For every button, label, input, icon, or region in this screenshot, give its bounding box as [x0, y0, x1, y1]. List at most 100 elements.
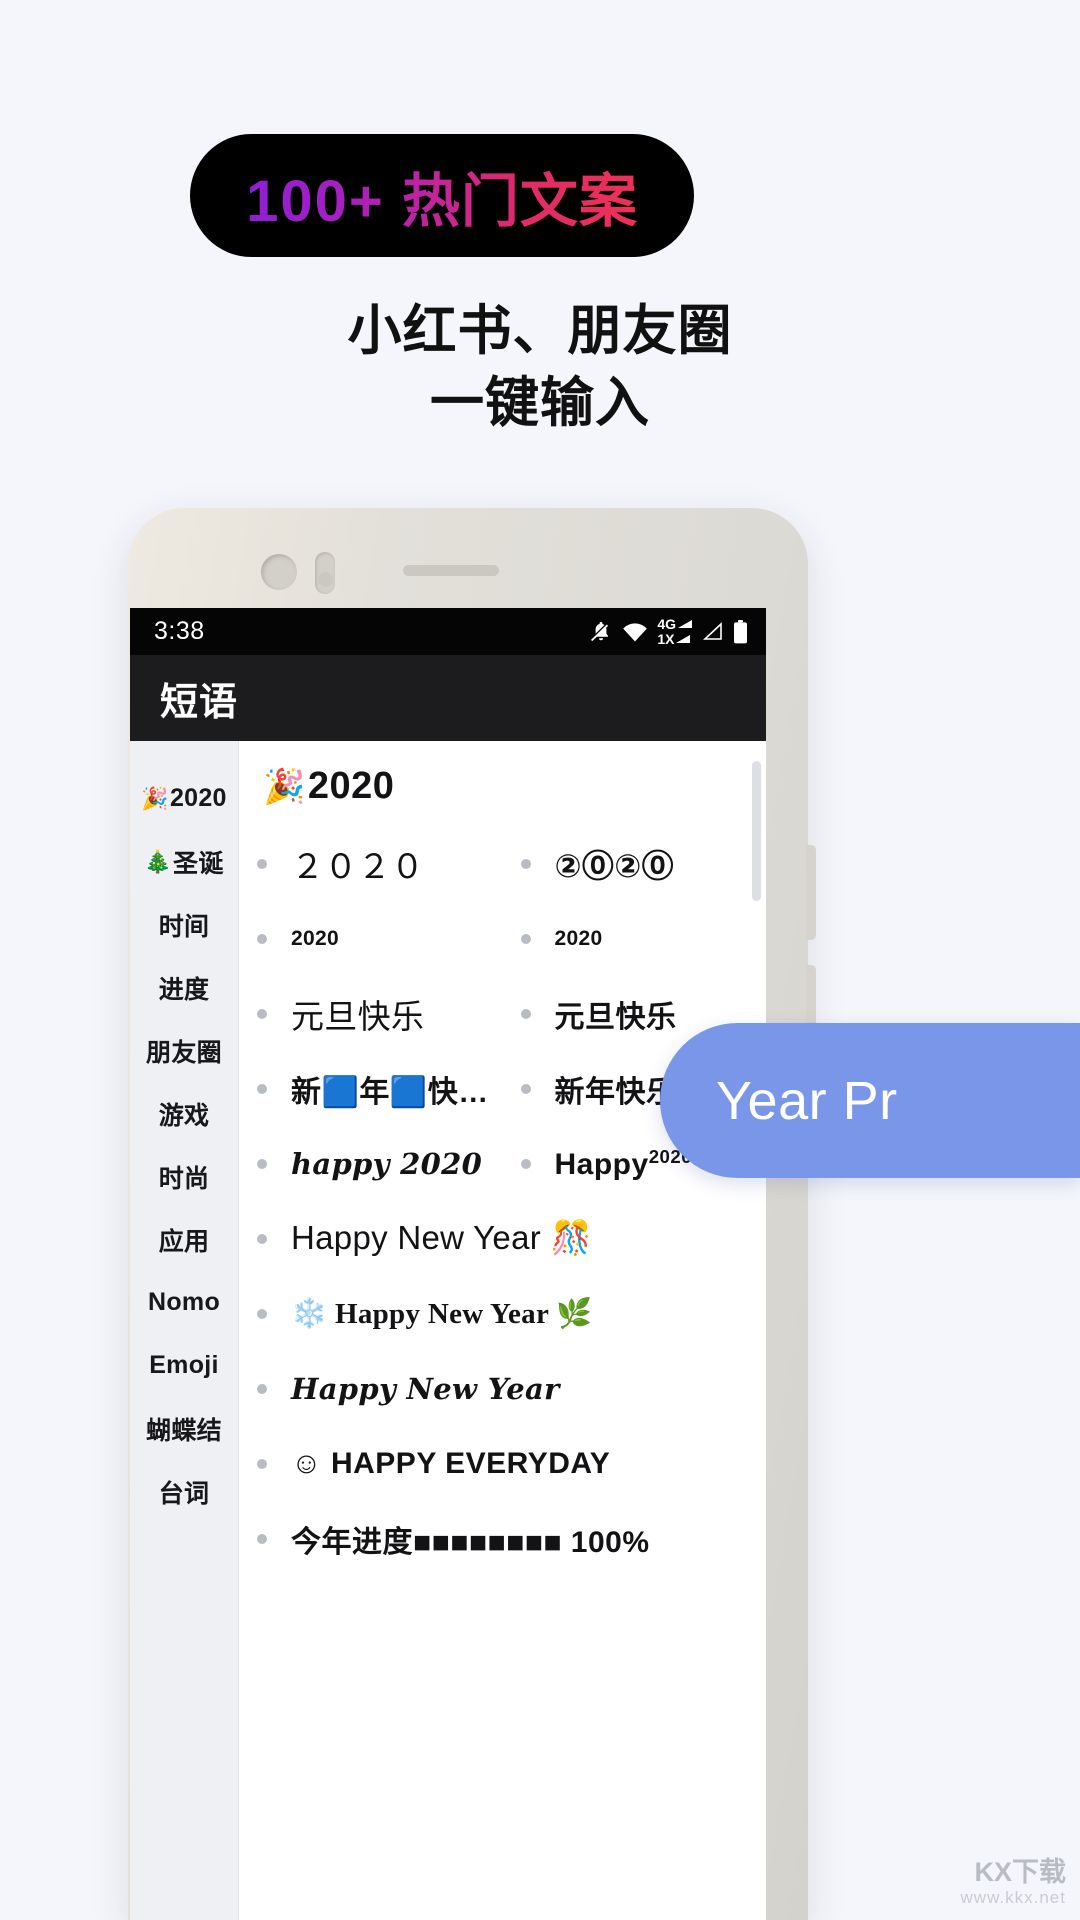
bullet-icon — [520, 933, 531, 944]
phone-screen: 3:38 4G 1X 短语 🎉 2020 🎄 圣诞 时间 进度 朋友圈 游戏 时… — [130, 608, 766, 1920]
phrase-text: Happy New Year — [291, 1371, 560, 1406]
promo-subtitle-line-1: 小红书、朋友圈 — [347, 301, 733, 361]
sidebar-item-ribbon[interactable]: 蝴蝶结 — [130, 1397, 238, 1460]
phrase-text: ２０２０ — [291, 847, 425, 885]
list-item[interactable]: Happy New Year — [239, 1351, 766, 1426]
list-item[interactable]: ❄️ Happy New Year 🌿 — [239, 1276, 766, 1351]
sidebar-item-progress[interactable]: 进度 — [130, 956, 238, 1019]
christmas-tree-icon: 🎄 — [144, 848, 173, 874]
sidebar-item-fashion[interactable]: 时尚 — [130, 1145, 238, 1208]
promo-badge-pill: 100+ 热门文案 — [190, 134, 694, 257]
phrase-text: ☺ HAPPY EVERYDAY — [291, 1446, 611, 1480]
category-sidebar[interactable]: 🎉 2020 🎄 圣诞 时间 进度 朋友圈 游戏 时尚 应用 Nomo Emoji … — [130, 741, 239, 1920]
phrase-text: 2020 — [554, 926, 603, 950]
bell-muted-icon — [589, 620, 613, 644]
battery-icon — [733, 619, 748, 644]
phrase-text-base: Happy — [554, 1147, 649, 1181]
list-item[interactable]: happy 2020 — [239, 1126, 503, 1201]
list-item[interactable]: ②⓪②⓪ — [503, 826, 767, 901]
status-bar-icons: 4G 1X — [589, 617, 748, 646]
sidebar-item-apps[interactable]: 应用 — [130, 1208, 238, 1271]
sidebar-item-2020[interactable]: 🎉 2020 — [130, 767, 238, 830]
list-item[interactable]: 今年进度■■■■■■■■ 100% — [239, 1501, 766, 1576]
sidebar-item-label: 2020 — [169, 784, 227, 812]
bullet-icon — [257, 858, 267, 869]
sidebar-item-label: 台词 — [158, 1479, 210, 1508]
promo-subtitle: 小红书、朋友圈 一键输入 — [0, 295, 1080, 440]
sidebar-item-label: 游戏 — [158, 1101, 210, 1130]
phrase-text: ②⓪②⓪ — [554, 847, 674, 884]
sidebar-item-label: 应用 — [158, 1227, 210, 1256]
app-body: 🎉 2020 🎄 圣诞 时间 进度 朋友圈 游戏 时尚 应用 Nomo Emoji … — [130, 741, 766, 1920]
content-scrollbar[interactable] — [752, 761, 761, 901]
sidebar-item-label: 时尚 — [158, 1164, 210, 1193]
sidebar-item-label: 朋友圈 — [146, 1038, 222, 1067]
wifi-icon — [622, 621, 648, 643]
phrase-text: 今年进度■■■■■■■■ 100% — [291, 1525, 650, 1559]
phrase-text: Happy2020 — [555, 1146, 693, 1182]
list-item[interactable]: ２０２０ — [239, 826, 503, 901]
list-item[interactable]: Happy New Year 🎊 — [239, 1201, 766, 1276]
phone-front-camera-icon — [261, 554, 297, 590]
section-header-label: 2020 — [307, 765, 395, 807]
signal-label-1x: 1X — [657, 631, 675, 647]
sidebar-item-label: Emoji — [149, 1351, 219, 1379]
sidebar-item-lines[interactable]: 台词 — [130, 1460, 238, 1523]
bullet-icon — [520, 1008, 531, 1019]
status-bar: 3:38 4G 1X — [130, 608, 766, 655]
bullet-icon — [257, 1083, 267, 1094]
sidebar-item-label: 圣诞 — [173, 849, 224, 878]
sidebar-item-label: 进度 — [158, 975, 210, 1004]
bullet-icon — [257, 1383, 267, 1394]
bullet-icon — [257, 1458, 267, 1469]
phrase-text: 元旦快乐 — [291, 997, 425, 1035]
phrase-list-panel[interactable]: 🎉 2020 ２０２０ ②⓪②⓪ 2020 2020 元旦快乐 元旦快乐 新🟦年… — [239, 741, 766, 1920]
promo-badge-number: 100+ — [246, 168, 385, 234]
bullet-icon — [257, 933, 267, 944]
sidebar-item-christmas[interactable]: 🎄 圣诞 — [130, 830, 238, 893]
bullet-icon — [257, 1233, 267, 1244]
app-title: 短语 — [160, 681, 239, 724]
sidebar-item-label: 时间 — [158, 912, 210, 941]
phrase-text: 新年快乐 — [554, 1075, 677, 1109]
list-item[interactable]: 新🟦年🟦快… — [239, 1051, 503, 1126]
signal-label-4g: 4G — [657, 616, 676, 632]
watermark-url: www.kkx.net — [960, 1888, 1066, 1908]
phone-sensor-dot-icon — [318, 572, 333, 587]
phrase-grid: ２０２０ ②⓪②⓪ 2020 2020 元旦快乐 元旦快乐 新🟦年🟦快… 新年快… — [239, 826, 766, 1576]
phrase-text: 2020 — [291, 926, 339, 950]
chat-bubble-text: Year Pr — [716, 1070, 898, 1131]
phrase-text: happy 2020 — [291, 1146, 483, 1181]
watermark-main: KX下载 — [974, 1857, 1066, 1888]
phone-volume-button[interactable] — [806, 845, 816, 940]
phrase-text: Happy New Year 🎊 — [291, 1219, 592, 1256]
phone-earpiece-speaker — [403, 565, 499, 576]
phone-power-button[interactable] — [806, 965, 816, 1027]
list-item[interactable]: 2020 — [239, 901, 503, 976]
signal-icon — [702, 621, 724, 642]
signal-4g-1x-icon: 4G 1X — [657, 617, 693, 646]
promo-badge-label: 热门文案 — [401, 168, 638, 234]
sidebar-item-time[interactable]: 时间 — [130, 893, 238, 956]
promo-subtitle-line-2: 一键输入 — [430, 373, 650, 434]
promo-badge-text: 100+ 热门文案 — [246, 154, 638, 238]
phrase-text: ❄️ Happy New Year 🌿 — [291, 1297, 593, 1330]
sidebar-item-game[interactable]: 游戏 — [130, 1082, 238, 1145]
bullet-icon — [257, 1158, 267, 1169]
status-bar-clock: 3:38 — [154, 617, 205, 645]
list-item[interactable]: ☺ HAPPY EVERYDAY — [239, 1426, 766, 1501]
section-header: 🎉 2020 — [263, 765, 766, 808]
chat-bubble-overlay: Year Pr — [660, 1023, 1080, 1178]
bullet-icon — [257, 1308, 267, 1319]
sidebar-item-emoji[interactable]: Emoji — [130, 1334, 238, 1397]
sidebar-item-nomo[interactable]: Nomo — [130, 1271, 238, 1334]
party-popper-icon: 🎉 — [263, 767, 306, 806]
bullet-icon — [257, 1533, 267, 1544]
bullet-icon — [257, 1008, 267, 1019]
sidebar-item-label: Nomo — [147, 1288, 221, 1316]
sidebar-item-moments[interactable]: 朋友圈 — [130, 1019, 238, 1082]
list-item[interactable]: 2020 — [503, 901, 767, 976]
phrase-text: 元旦快乐 — [554, 1000, 677, 1034]
list-item[interactable]: 元旦快乐 — [239, 976, 503, 1051]
sidebar-item-label: 蝴蝶结 — [146, 1416, 222, 1445]
